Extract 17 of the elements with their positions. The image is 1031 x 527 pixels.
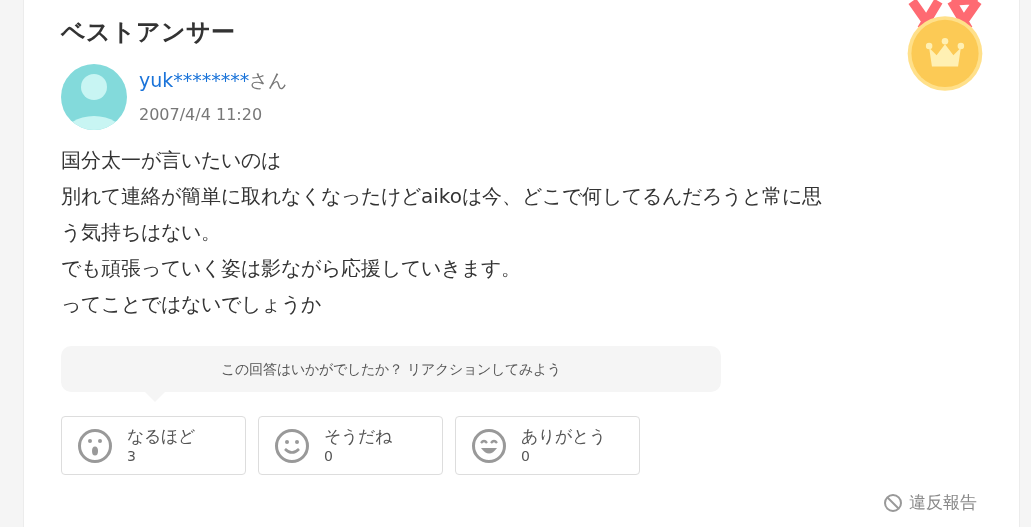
answer-text-line: 別れて連絡が簡単に取れなくなったけどaikoは今、どこで何してるんだろうと常に思 xyxy=(61,183,823,210)
answer-text-line: ってことではないでしょうか xyxy=(61,291,322,318)
answer-text-line: う気持ちはない。 xyxy=(61,219,222,246)
answer-text-line: でも頑張っていく姿は影ながら応援していきます。 xyxy=(61,255,522,282)
grinning-face-icon xyxy=(471,427,507,464)
author-link[interactable]: yuk******** xyxy=(139,69,250,91)
reaction-button[interactable]: そうだね 0 xyxy=(258,416,443,475)
answer-text-line: 国分太一が言いたいのは xyxy=(61,147,282,174)
honorific-text: さん xyxy=(249,69,288,91)
report-link[interactable]: 違反報告 xyxy=(883,491,977,514)
surprised-face-icon xyxy=(77,427,113,464)
section-heading: ベストアンサー xyxy=(61,17,236,48)
prohibited-icon xyxy=(883,492,903,513)
smiley-face-icon xyxy=(274,427,310,464)
reaction-button[interactable]: なるほど 3 xyxy=(61,416,246,475)
post-date: 2007/4/4 11:20 xyxy=(139,104,264,126)
reaction-button[interactable]: ありがとう 0 xyxy=(455,416,640,475)
